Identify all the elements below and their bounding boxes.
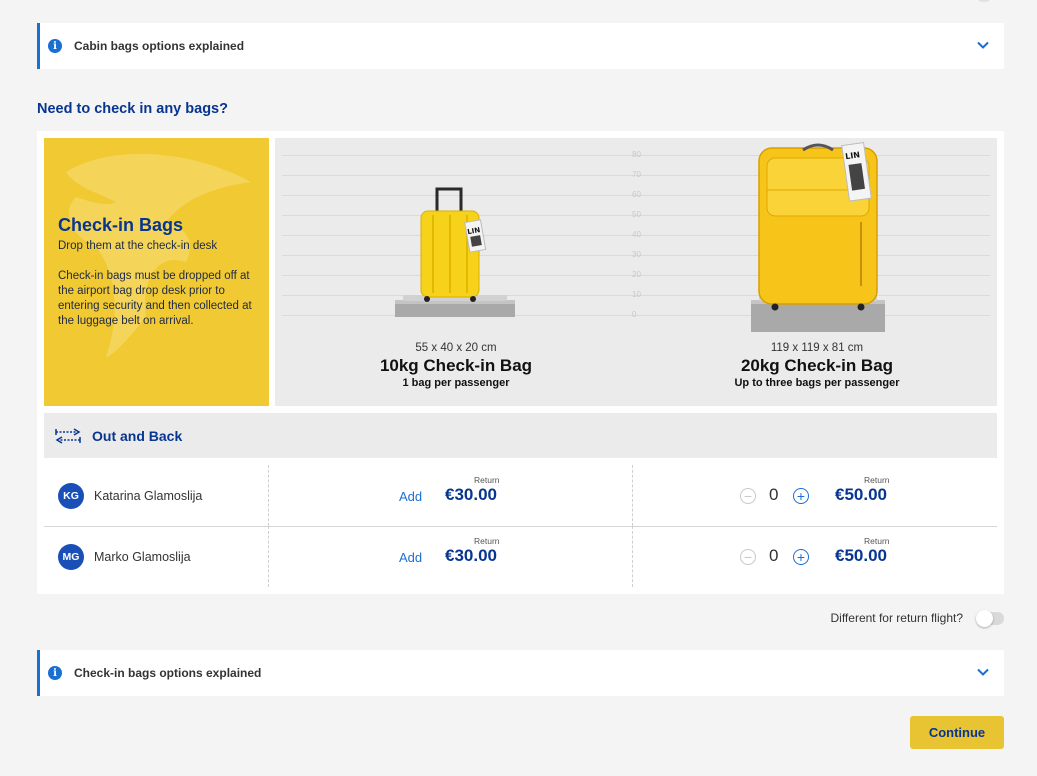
small-bag-return-label: Return [474, 475, 500, 485]
scale-tick: 0 [632, 310, 637, 319]
add-small-bag-button[interactable]: Add [399, 550, 422, 565]
column-divider [632, 465, 633, 526]
chevron-down-icon[interactable] [976, 38, 990, 52]
info-icon: i [48, 39, 62, 53]
scale-tick: 10 [632, 290, 641, 299]
small-suitcase-image: LIN [395, 187, 515, 317]
passenger-row: MG Marko Glamoslija Add Return €30.00 − … [44, 526, 997, 587]
increase-large-bag-button[interactable]: + [793, 549, 809, 565]
continue-button[interactable]: Continue [910, 716, 1004, 749]
cabin-bags-accordion[interactable]: i Cabin bags options explained [37, 23, 1004, 69]
harp-logo-watermark [66, 153, 251, 357]
passenger-name: Marko Glamoslija [94, 550, 191, 564]
toggle-knob-partial [977, 0, 991, 2]
different-return-toggle[interactable] [976, 610, 1004, 627]
checkin-bags-promo: Check-in Bags Drop them at the check-in … [44, 138, 269, 406]
chevron-down-icon[interactable] [976, 665, 990, 679]
small-bag-name: 10kg Check-in Bag [379, 356, 533, 375]
promo-description: Check-in bags must be dropped off at the… [58, 270, 252, 327]
info-icon: i [48, 666, 62, 680]
column-divider [268, 465, 269, 526]
add-small-bag-button[interactable]: Add [399, 489, 422, 504]
large-bag-price: €50.00 [835, 485, 887, 504]
checkin-bags-accordion[interactable]: i Check-in bags options explained [37, 650, 1004, 696]
promo-subtitle: Drop them at the check-in desk [58, 240, 218, 252]
route-label: Out and Back [92, 427, 183, 444]
large-bag-info: 119 x 119 x 81 cm 20kg Check-in Bag Up t… [695, 342, 939, 389]
large-suitcase-image: LIN [751, 141, 885, 332]
large-bag-limit: Up to three bags per passenger [734, 377, 900, 389]
scale-tick: 20 [632, 270, 641, 279]
passenger-row: KG Katarina Glamoslija Add Return €30.00… [44, 465, 997, 526]
decrease-large-bag-button[interactable]: − [740, 488, 756, 504]
cabin-bags-accordion-label: Cabin bags options explained [74, 39, 245, 53]
promo-title: Check-in Bags [58, 215, 184, 235]
checkin-bags-accordion-label: Check-in bags options explained [74, 666, 262, 680]
different-return-label: Different for return flight? [830, 611, 963, 625]
large-bag-dimensions: 119 x 119 x 81 cm [770, 342, 864, 354]
large-bag-quantity: 0 [769, 546, 779, 565]
small-bag-info: 55 x 40 x 20 cm 10kg Check-in Bag 1 bag … [346, 342, 566, 389]
scale-tick: 50 [632, 210, 641, 219]
bag-size-illustration: 80 70 60 50 40 30 20 10 0 LIN LIN 55 x 4… [275, 138, 997, 406]
large-bag-name: 20kg Check-in Bag [740, 356, 894, 375]
small-bag-price: €30.00 [445, 546, 497, 565]
scale-tick: 70 [632, 170, 641, 179]
section-title: Need to check in any bags? [37, 101, 228, 117]
checkin-bags-card: Check-in Bags Drop them at the check-in … [37, 131, 1004, 594]
large-bag-quantity: 0 [769, 485, 779, 504]
decrease-large-bag-button[interactable]: − [740, 549, 756, 565]
large-bag-return-label: Return [864, 475, 890, 485]
small-bag-dimensions: 55 x 40 x 20 cm [415, 342, 497, 354]
small-bag-return-label: Return [474, 536, 500, 546]
passenger-avatar: KG [58, 483, 84, 509]
column-divider [632, 526, 633, 587]
small-bag-price: €30.00 [445, 485, 497, 504]
column-divider [268, 526, 269, 587]
small-bag-limit: 1 bag per passenger [402, 377, 510, 389]
scale-tick: 60 [632, 190, 641, 199]
passenger-name: Katarina Glamoslija [94, 489, 203, 503]
large-bag-return-label: Return [864, 536, 890, 546]
scale-tick: 30 [632, 250, 641, 259]
route-header: Out and Back [44, 413, 997, 458]
scale-tick: 80 [632, 150, 641, 159]
round-trip-arrows-icon [55, 427, 81, 444]
increase-large-bag-button[interactable]: + [793, 488, 809, 504]
toggle-knob [976, 610, 993, 627]
passenger-avatar: MG [58, 544, 84, 570]
scale-tick: 40 [632, 230, 641, 239]
large-bag-price: €50.00 [835, 546, 887, 565]
